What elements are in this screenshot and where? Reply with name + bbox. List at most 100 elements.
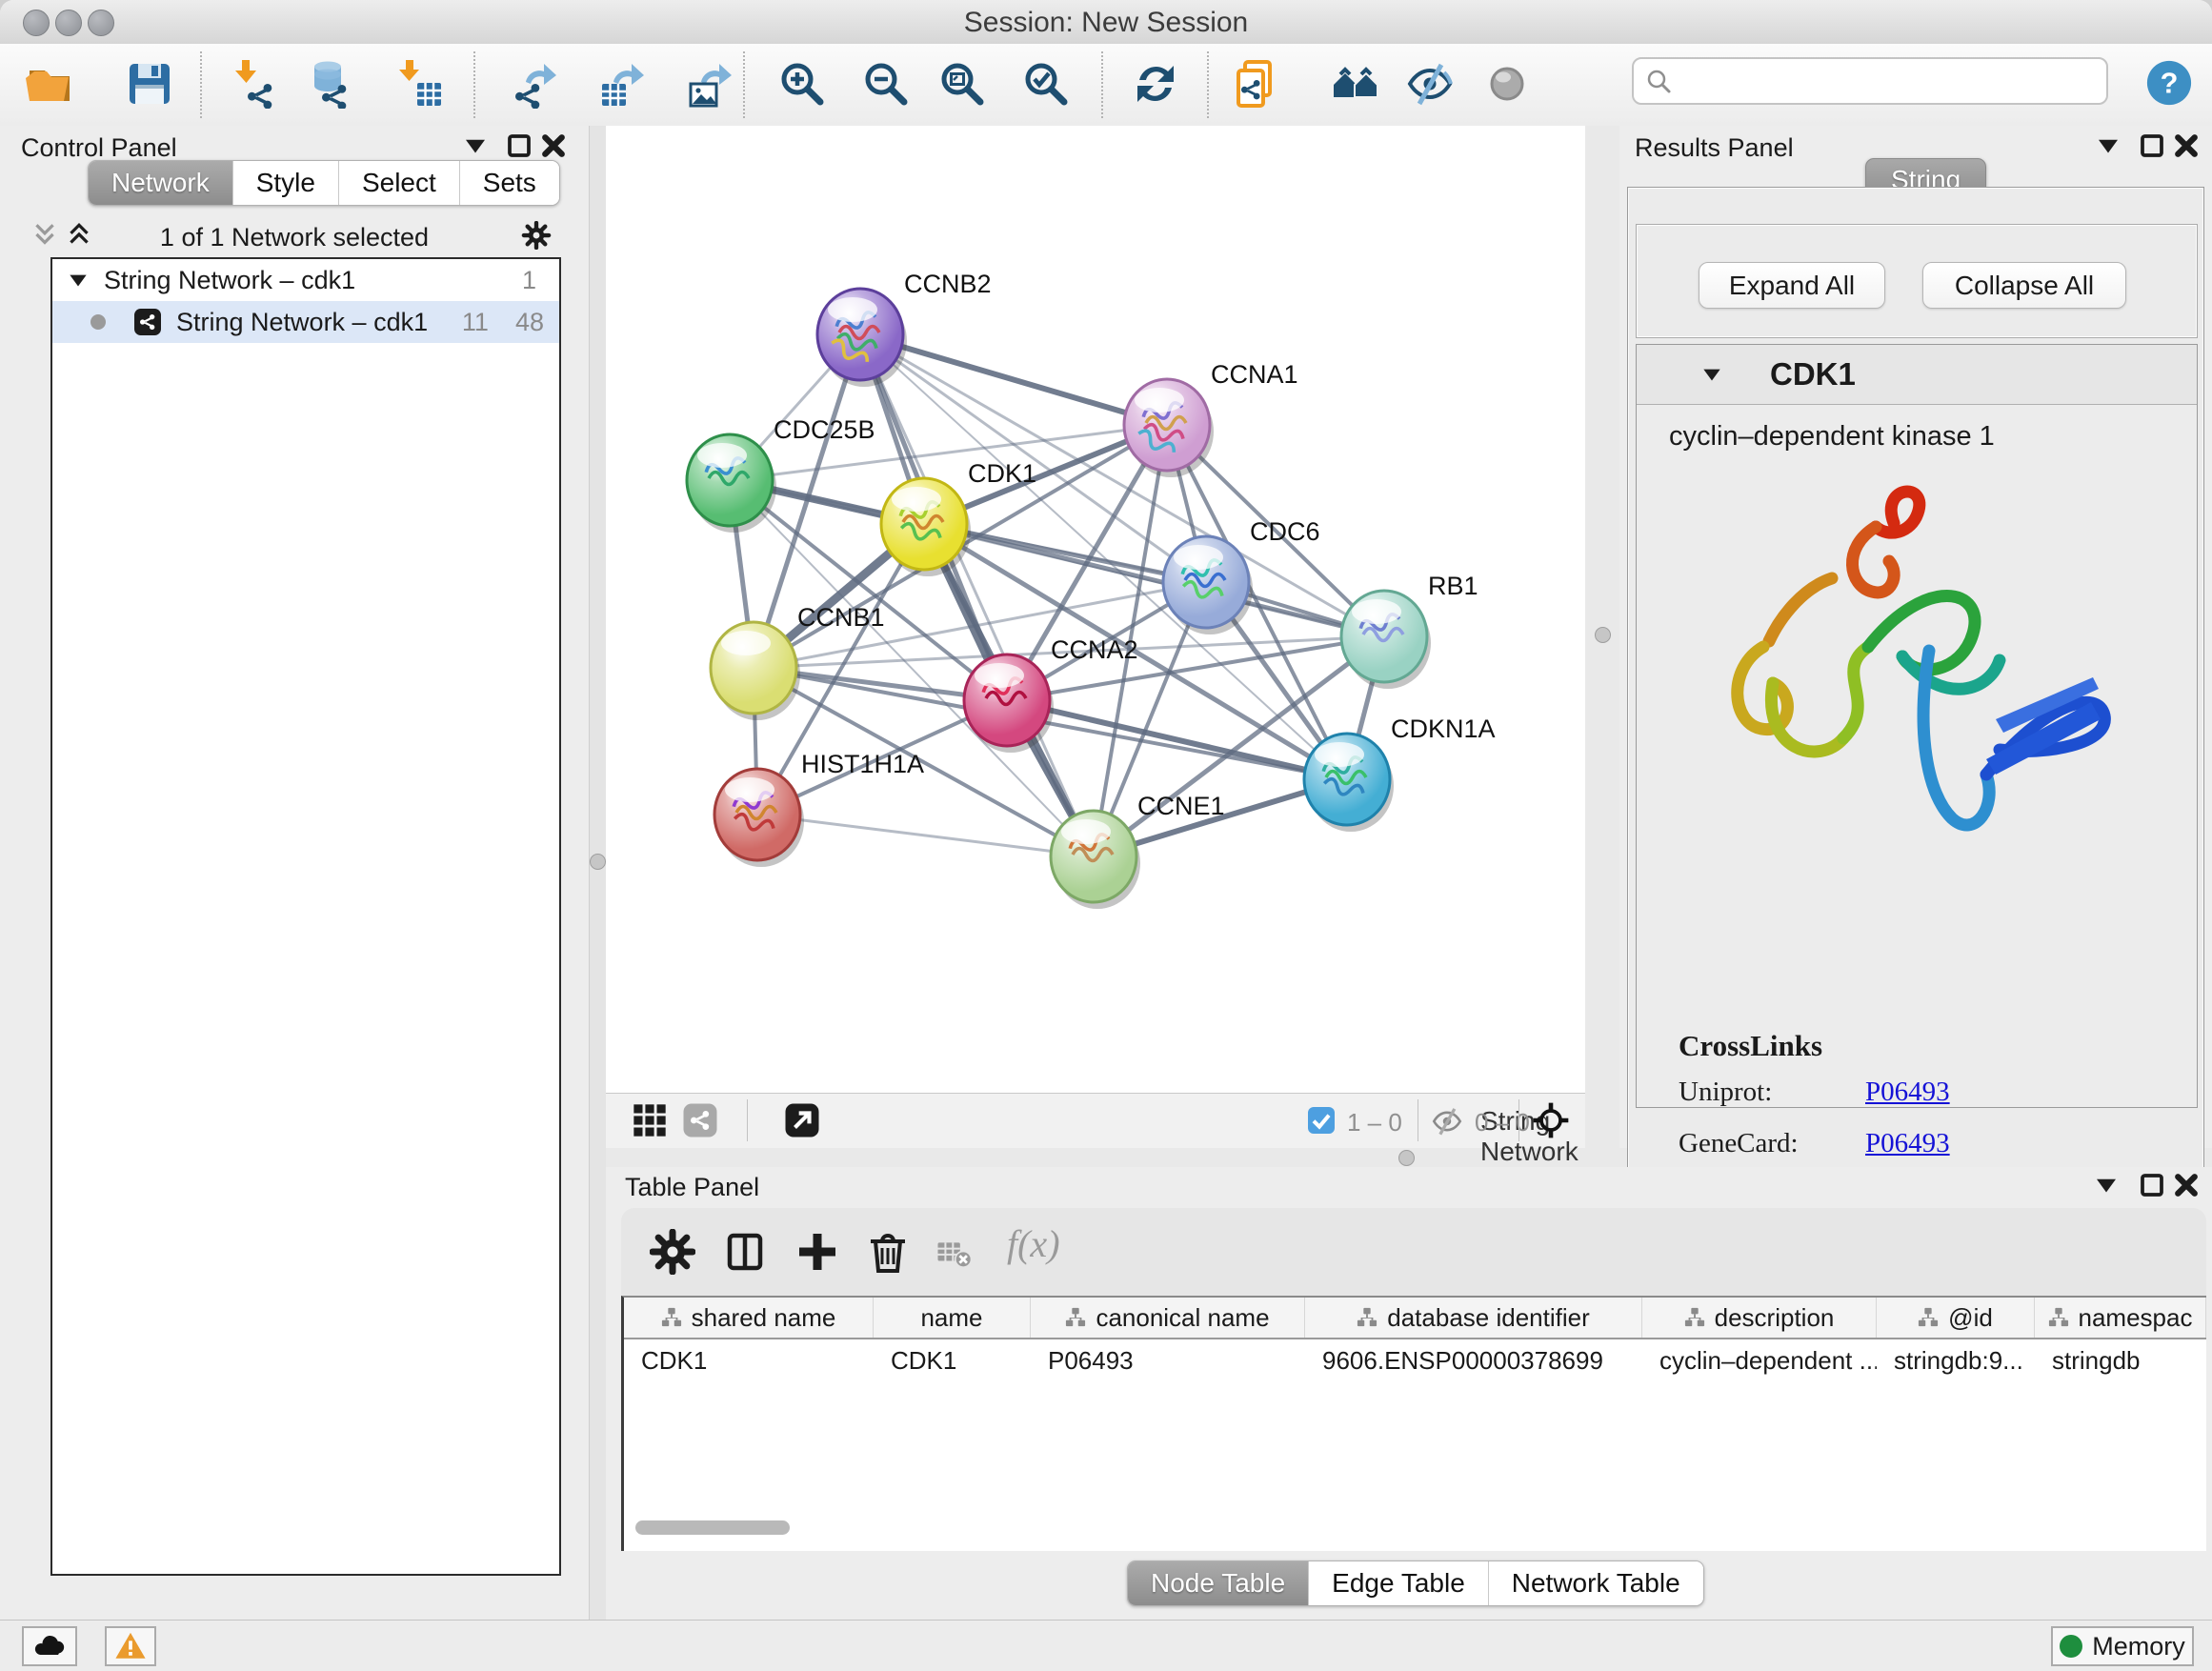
save-session-icon[interactable] bbox=[125, 59, 174, 109]
collection-label: String Network – cdk1 bbox=[104, 266, 355, 295]
table-settings-gear-icon[interactable] bbox=[650, 1229, 695, 1275]
export-network-icon[interactable] bbox=[511, 59, 560, 109]
table-row[interactable]: CDK1CDK1P064939606.ENSP00000378699cyclin… bbox=[624, 1339, 2206, 1381]
zoom-in-icon[interactable] bbox=[777, 59, 827, 109]
column-type-icon bbox=[1684, 1307, 1705, 1328]
apply-layout-icon[interactable] bbox=[1131, 59, 1180, 109]
tab-style[interactable]: Style bbox=[233, 161, 339, 205]
import-database-icon[interactable] bbox=[303, 59, 352, 109]
open-session-icon[interactable] bbox=[25, 59, 74, 109]
right-splitter[interactable] bbox=[1585, 126, 1619, 1148]
table-cell[interactable]: 9606.ENSP00000378699 bbox=[1305, 1346, 1642, 1376]
edge-CCNA2-CDKN1A[interactable] bbox=[1007, 700, 1347, 779]
hide-selected-icon[interactable] bbox=[1405, 59, 1455, 109]
import-network-icon[interactable] bbox=[227, 59, 276, 109]
results-panel: Results Panel String Expand All Collapse… bbox=[1619, 126, 2212, 1148]
network-row[interactable]: String Network – cdk1 11 48 bbox=[52, 301, 559, 343]
gene-collapse-icon[interactable] bbox=[1699, 362, 1724, 387]
node-CDKN1A[interactable]: CDKN1A bbox=[1304, 715, 1496, 832]
help-icon[interactable]: ? bbox=[2145, 59, 2193, 107]
network-collection-row[interactable]: String Network – cdk1 1 bbox=[52, 259, 559, 301]
birdseye-icon[interactable] bbox=[1532, 1101, 1570, 1139]
tab-select[interactable]: Select bbox=[339, 161, 460, 205]
window-title: Session: New Session bbox=[0, 7, 2212, 39]
table-panel-float-icon[interactable] bbox=[2136, 1171, 2168, 1199]
toolbar-separator bbox=[1207, 51, 1209, 118]
node-HIST1H1A[interactable]: HIST1H1A bbox=[714, 750, 924, 867]
warnings-button[interactable] bbox=[105, 1626, 156, 1666]
add-column-icon[interactable] bbox=[794, 1229, 840, 1275]
node-CCNA1[interactable]: CCNA1 bbox=[1124, 360, 1298, 477]
show-all-icon[interactable] bbox=[1482, 59, 1532, 109]
column-type-icon bbox=[2048, 1307, 2069, 1328]
cloud-status-button[interactable] bbox=[22, 1626, 77, 1666]
collection-expand-icon[interactable] bbox=[66, 268, 90, 292]
tab-network[interactable]: Network bbox=[89, 161, 233, 205]
tab-network-table[interactable]: Network Table bbox=[1489, 1561, 1703, 1605]
left-splitter[interactable] bbox=[589, 126, 608, 1671]
export-table-icon[interactable] bbox=[598, 59, 648, 109]
delete-column-icon[interactable] bbox=[865, 1229, 911, 1275]
column-header-canonical-name[interactable]: canonical name bbox=[1031, 1298, 1305, 1338]
selected-checkbox-icon[interactable] bbox=[1306, 1105, 1337, 1136]
results-panel-close-icon[interactable] bbox=[2170, 131, 2202, 160]
results-panel-collapse-icon[interactable] bbox=[2092, 131, 2124, 160]
crosslink-label: GeneCard: bbox=[1679, 1128, 1865, 1159]
expand-all-button[interactable]: Expand All bbox=[1699, 262, 1885, 309]
node-CCNB2[interactable]: CCNB2 bbox=[817, 270, 992, 387]
network-options-gear-icon[interactable] bbox=[520, 221, 553, 250]
table-hscrollbar[interactable] bbox=[635, 1520, 790, 1535]
table-panel-close-icon[interactable] bbox=[2170, 1171, 2202, 1199]
table-cell[interactable]: stringdb bbox=[2035, 1346, 2206, 1376]
table-cell[interactable]: CDK1 bbox=[874, 1346, 1031, 1376]
results-panel-float-icon[interactable] bbox=[2136, 131, 2168, 160]
network-from-selection-icon[interactable] bbox=[1231, 59, 1280, 109]
table-cell[interactable]: P06493 bbox=[1031, 1346, 1305, 1376]
control-panel-float-icon[interactable] bbox=[503, 131, 535, 160]
edge-HIST1H1A-CCNE1[interactable] bbox=[757, 815, 1094, 856]
zoom-fit-icon[interactable] bbox=[937, 59, 987, 109]
svg-text:?: ? bbox=[2161, 67, 2179, 100]
tab-sets[interactable]: Sets bbox=[460, 161, 559, 205]
node-label-CDK1: CDK1 bbox=[968, 459, 1036, 488]
column-header-database-identifier[interactable]: database identifier bbox=[1305, 1298, 1642, 1338]
crosslink-link[interactable]: P06493 bbox=[1865, 1077, 1950, 1108]
zoom-out-icon[interactable] bbox=[861, 59, 911, 109]
table-cell[interactable]: cyclin–dependent ... bbox=[1642, 1346, 1877, 1376]
column-header-description[interactable]: description bbox=[1642, 1298, 1877, 1338]
export-image-icon[interactable] bbox=[686, 59, 735, 109]
network-badge-gray-icon[interactable] bbox=[681, 1101, 719, 1139]
column-header--id[interactable]: @id bbox=[1877, 1298, 2035, 1338]
node-RB1[interactable]: RB1 bbox=[1341, 572, 1478, 689]
show-columns-icon[interactable] bbox=[722, 1229, 768, 1275]
node-CDK1[interactable]: CDK1 bbox=[881, 459, 1036, 576]
view-grid-icon[interactable] bbox=[631, 1101, 669, 1139]
table-cell[interactable]: CDK1 bbox=[624, 1346, 874, 1376]
table-cell[interactable]: stringdb:9... bbox=[1877, 1346, 2035, 1376]
node-label-CDKN1A: CDKN1A bbox=[1391, 715, 1496, 743]
detach-view-icon[interactable] bbox=[783, 1101, 821, 1139]
import-table-icon[interactable] bbox=[394, 59, 444, 109]
collapse-all-button[interactable]: Collapse All bbox=[1922, 262, 2126, 309]
control-panel-collapse-icon[interactable] bbox=[459, 131, 492, 160]
gene-section-header[interactable]: CDK1 bbox=[1637, 345, 2197, 405]
network-view-toolbar: String Network – cdk1 1 – 0 0 – 0 bbox=[606, 1093, 1585, 1148]
column-header-namespac[interactable]: namespac bbox=[2035, 1298, 2206, 1338]
node-CCNE1[interactable]: CCNE1 bbox=[1051, 792, 1225, 909]
table-panel-collapse-icon[interactable] bbox=[2090, 1171, 2122, 1199]
crosslink-link[interactable]: P06493 bbox=[1865, 1128, 1950, 1159]
control-panel-close-icon[interactable] bbox=[537, 131, 570, 160]
memory-status-dot bbox=[2060, 1635, 2082, 1658]
main-toolbar: ? bbox=[0, 44, 2212, 127]
first-neighbors-icon[interactable] bbox=[1331, 59, 1380, 109]
network-canvas[interactable]: CCNB2CCNA1CDC25BCDK1CDC6RB1CCNB1CCNA2CDK… bbox=[606, 126, 1585, 1093]
column-header-shared-name[interactable]: shared name bbox=[624, 1298, 874, 1338]
tab-node-table[interactable]: Node Table bbox=[1128, 1561, 1309, 1605]
zoom-selected-icon[interactable] bbox=[1021, 59, 1071, 109]
tab-edge-table[interactable]: Edge Table bbox=[1309, 1561, 1489, 1605]
hidden-eye-icon[interactable] bbox=[1431, 1105, 1463, 1137]
search-input[interactable] bbox=[1632, 57, 2108, 105]
memory-button[interactable]: Memory bbox=[2051, 1626, 2194, 1666]
column-header-name[interactable]: name bbox=[874, 1298, 1031, 1338]
node-table[interactable]: shared namenamecanonical namedatabase id… bbox=[621, 1296, 2206, 1551]
